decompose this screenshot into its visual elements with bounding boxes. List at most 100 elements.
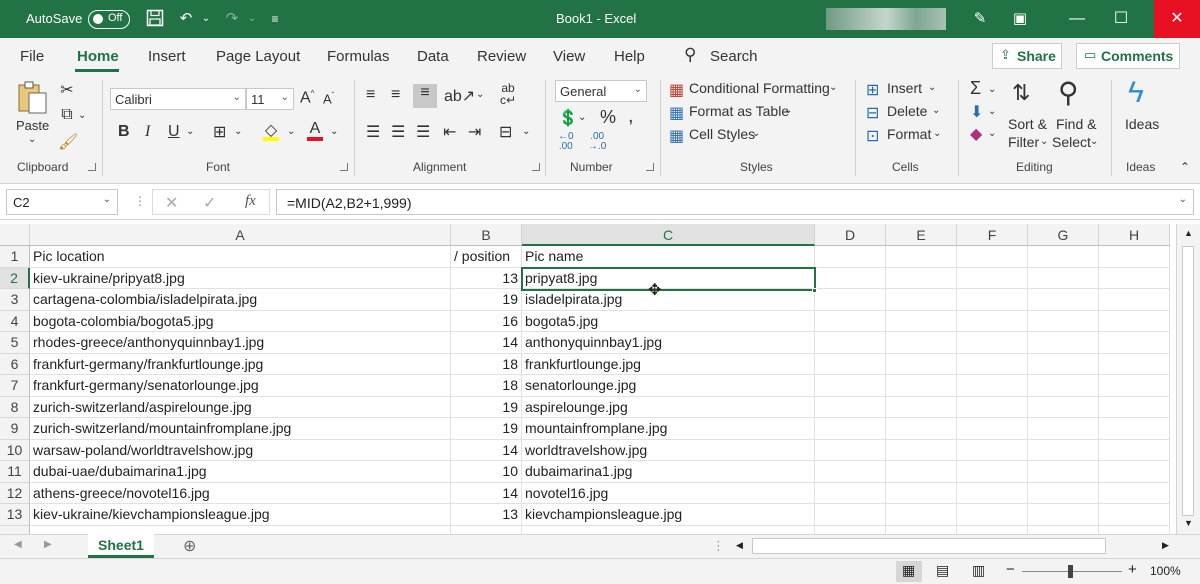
scroll-right-icon[interactable]: ▶ — [1162, 540, 1169, 551]
cell[interactable] — [1099, 482, 1170, 504]
zoom-slider-thumb[interactable] — [1068, 565, 1073, 578]
cell[interactable] — [815, 482, 886, 504]
row-header[interactable]: 13 — [0, 504, 30, 526]
cell[interactable] — [815, 525, 886, 534]
format-cells-icon[interactable]: ⊡ — [866, 126, 879, 146]
tab-help[interactable]: Help — [614, 48, 645, 65]
copy-icon[interactable]: ⧉ — [58, 106, 76, 124]
autosum-icon[interactable]: Σ — [970, 78, 981, 99]
clear-icon[interactable]: ◆ — [970, 124, 982, 144]
paste-button[interactable]: Paste — [16, 118, 49, 133]
percent-icon[interactable]: % — [600, 107, 616, 128]
cell[interactable] — [1099, 289, 1170, 311]
cell[interactable] — [886, 332, 957, 354]
cell[interactable] — [815, 439, 886, 461]
new-sheet-icon[interactable]: ⊕ — [183, 536, 196, 556]
format-painter-icon[interactable]: 🖌 — [58, 132, 78, 152]
cell[interactable]: frankfurtlounge.jpg — [522, 353, 815, 375]
scroll-thumb[interactable] — [1182, 246, 1194, 516]
italic-icon[interactable]: I — [145, 123, 150, 141]
cell-styles-icon[interactable]: ▦ — [669, 126, 684, 146]
cell[interactable]: 13 — [451, 267, 522, 289]
redo-icon[interactable]: ↷ — [222, 9, 242, 29]
cell[interactable] — [1099, 246, 1170, 268]
cell[interactable] — [957, 267, 1028, 289]
merge-center-icon[interactable]: ⊟ — [499, 122, 512, 142]
cell[interactable] — [886, 504, 957, 526]
accounting-format-icon[interactable]: 💲 — [558, 108, 578, 128]
fill-color-icon[interactable]: ◇ — [263, 120, 279, 141]
cell[interactable]: 16 — [451, 310, 522, 332]
cell[interactable] — [1099, 439, 1170, 461]
cell[interactable]: bogota-colombia/bogota5.jpg — [30, 310, 451, 332]
align-right-icon[interactable]: ☰ — [416, 122, 430, 142]
cell[interactable] — [957, 289, 1028, 311]
horizontal-scroll-thumb[interactable] — [752, 538, 1106, 554]
cell[interactable]: 10 — [451, 461, 522, 483]
font-color-dropdown-icon[interactable]: ⌄ — [330, 126, 338, 137]
pen-icon[interactable]: ✎ — [970, 9, 990, 29]
zoom-level[interactable]: 100% — [1150, 564, 1181, 578]
cell[interactable]: mountainfromplane.jpg — [522, 418, 815, 440]
column-header-a[interactable]: A — [30, 224, 451, 246]
copy-dropdown-icon[interactable]: ⌄ — [78, 110, 86, 121]
scroll-down-icon[interactable]: ▼ — [1184, 518, 1193, 528]
cell-styles-button[interactable]: Cell Styles — [689, 126, 755, 142]
cell[interactable]: 19 — [451, 396, 522, 418]
cell[interactable]: 14 — [451, 439, 522, 461]
cell[interactable] — [815, 332, 886, 354]
close-button[interactable]: ✕ — [1154, 0, 1200, 38]
cell[interactable]: 18 — [451, 353, 522, 375]
cell[interactable]: 14 — [451, 482, 522, 504]
cancel-icon[interactable]: ✕ — [165, 193, 178, 213]
column-header-e[interactable]: E — [886, 224, 957, 246]
scroll-left-icon[interactable]: ◀ — [736, 540, 743, 551]
cell[interactable] — [1028, 439, 1099, 461]
cell[interactable] — [886, 461, 957, 483]
bold-icon[interactable]: B — [118, 123, 130, 141]
page-layout-view-icon[interactable]: ▤ — [936, 562, 949, 579]
font-size-select[interactable]: 11 ⌄ — [246, 88, 294, 110]
cell[interactable] — [957, 525, 1028, 534]
paste-dropdown-icon[interactable]: ⌄ — [28, 134, 36, 145]
increase-decimal-icon[interactable]: ←0.00 — [558, 132, 574, 152]
number-launcher-icon[interactable] — [646, 163, 654, 171]
align-bottom-icon[interactable]: ≡ — [413, 84, 437, 108]
cell[interactable]: athens-greece/novotel16.jpg — [30, 482, 451, 504]
cell[interactable]: senatorlounge.jpg — [522, 375, 815, 397]
insert-cells-button[interactable]: Insert — [887, 80, 922, 96]
cell[interactable] — [886, 439, 957, 461]
row-header[interactable]: 4 — [0, 310, 30, 332]
autosave-toggle[interactable]: Off — [88, 10, 130, 29]
prev-sheet-icon[interactable]: ◀ — [14, 539, 22, 550]
scroll-up-icon[interactable]: ▲ — [1184, 228, 1193, 238]
cell[interactable] — [815, 310, 886, 332]
cell[interactable]: aspirelounge.jpg — [522, 396, 815, 418]
cell[interactable]: kievchampionsleague.jpg — [522, 504, 815, 526]
delete-cells-icon[interactable]: ⊟ — [866, 103, 879, 123]
cell[interactable] — [1028, 396, 1099, 418]
tab-file[interactable]: File — [20, 48, 44, 65]
autosum-dropdown-icon[interactable]: ⌄ — [988, 84, 996, 95]
format-as-table-button[interactable]: Format as Table — [689, 103, 789, 119]
cell[interactable]: 13 — [451, 504, 522, 526]
format-dropdown-icon[interactable]: ⌄ — [933, 128, 941, 139]
cell[interactable]: anthonyquinnbay1.jpg — [522, 332, 815, 354]
cell[interactable] — [1099, 396, 1170, 418]
orientation-dropdown-icon[interactable]: ⌄ — [476, 89, 484, 100]
find-select-icon[interactable]: ⚲ — [1058, 76, 1079, 109]
conditional-formatting-icon[interactable]: ▦ — [669, 80, 684, 100]
delete-dropdown-icon[interactable]: ⌄ — [932, 105, 940, 116]
row-header[interactable] — [0, 525, 30, 534]
font-launcher-icon[interactable] — [340, 163, 348, 171]
cell[interactable] — [1099, 267, 1170, 289]
search-box[interactable]: Search — [710, 48, 758, 65]
spreadsheet-grid[interactable]: A B C D E F G H 1 Pic location / position P… — [0, 224, 1176, 534]
cell[interactable] — [886, 418, 957, 440]
row-header[interactable]: 3 — [0, 289, 30, 311]
tab-page-layout[interactable]: Page Layout — [216, 48, 300, 65]
cell[interactable] — [522, 525, 815, 534]
cell[interactable] — [1028, 246, 1099, 268]
format-table-dropdown-icon[interactable]: ⌄ — [784, 105, 792, 116]
underline-icon[interactable]: U — [168, 123, 180, 141]
